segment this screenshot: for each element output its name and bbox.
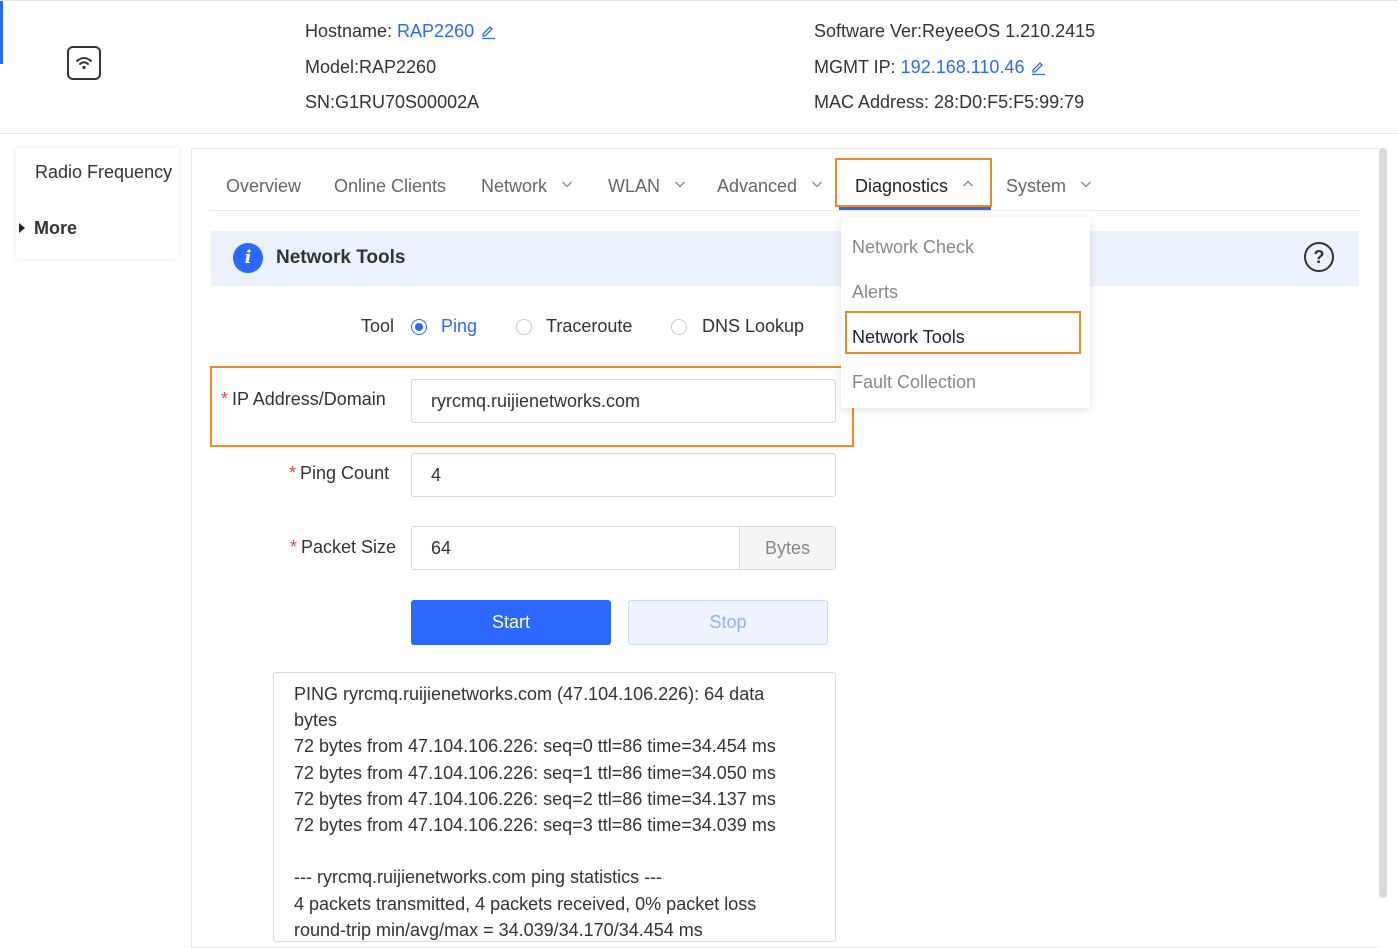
packet-size-label: * Packet Size [290,537,396,558]
menu-item-fault-collection[interactable]: Fault Collection [852,372,976,393]
stop-button[interactable]: Stop [628,600,828,645]
network-tools-highlight [845,311,1081,354]
ip-address-highlight [210,366,854,447]
menu-item-network-check[interactable]: Network Check [852,237,974,258]
dns-lookup-radio[interactable] [671,319,687,335]
edit-hostname-icon[interactable] [480,23,496,40]
ping-output[interactable]: PING ryrcmq.ruijienetworks.com (47.104.1… [273,672,836,942]
ping-count-input[interactable]: 4 [411,453,836,497]
info-icon: i [233,243,263,273]
required-mark: * [290,537,298,557]
packet-size-input[interactable]: 64 [411,526,740,570]
mac-info: MAC Address: 28:D0:F5:F5:99:79 [814,92,1085,112]
chevron-down-icon [812,181,823,188]
section-title: Network Tools [276,247,406,268]
required-mark: * [289,463,297,483]
tab-divider [210,210,1360,211]
tab-advanced[interactable]: Advanced [717,176,823,197]
page-scrollbar[interactable] [1379,148,1387,898]
output-line: 72 bytes from 47.104.106.226: seq=0 ttl=… [294,736,776,757]
software-info: Software Ver:ReyeeOS 1.210.2415 [814,21,1096,41]
diagnostics-tab-highlight [835,158,992,207]
active-tab-indicator [839,207,991,210]
packet-size-label-text: Packet Size [301,537,397,557]
help-icon[interactable]: ? [1304,242,1334,272]
chevron-down-icon [675,181,685,188]
hostname-link[interactable]: RAP2260 [397,21,474,41]
mgmt-ip-info: MGMT IP: 192.168.110.46 [814,57,1046,78]
left-menu-more[interactable]: More [19,218,77,239]
chevron-down-icon [562,181,572,188]
output-line: round-trip min/avg/max = 34.039/34.170/3… [294,919,703,940]
tab-online-clients[interactable]: Online Clients [334,176,446,197]
dns-lookup-radio-label[interactable]: DNS Lookup [702,316,804,337]
tab-online-clients-label: Online Clients [334,176,447,196]
tab-advanced-label: Advanced [717,176,798,196]
ping-count-label: * Ping Count [289,463,389,484]
traceroute-radio[interactable] [516,319,532,335]
output-line: 72 bytes from 47.104.106.226: seq=3 ttl=… [294,814,776,835]
output-line: --- ryrcmq.ruijienetworks.com ping stati… [294,867,663,888]
tab-network[interactable]: Network [481,176,573,197]
mgmt-ip-link[interactable]: 192.168.110.46 [901,57,1025,77]
device-header [0,0,1398,134]
hostname-label: Hostname: [305,21,398,41]
ping-count-label-text: Ping Count [300,463,390,483]
tab-overview-label: Overview [226,176,302,196]
packet-size-unit: Bytes [740,526,836,570]
tab-network-label: Network [481,176,548,196]
output-line: PING ryrcmq.ruijienetworks.com (47.104.1… [294,684,765,704]
caret-right-icon [19,223,25,233]
ping-radio-label[interactable]: Ping [441,316,477,337]
hostname-info: Hostname: RAP2260 [305,21,496,42]
left-menu-more-label: More [34,218,78,238]
tab-system-label: System [1006,176,1067,196]
serial-info: SN:G1RU70S00002A [305,92,480,112]
tab-wlan[interactable]: WLAN [608,176,686,197]
tab-overview[interactable]: Overview [226,176,301,197]
traceroute-radio-label[interactable]: Traceroute [546,316,632,337]
edit-mgmt-ip-icon[interactable] [1030,59,1046,76]
wifi-icon [67,46,101,80]
tab-system[interactable]: System [1006,176,1092,197]
output-line: bytes [294,710,338,731]
menu-item-alerts[interactable]: Alerts [852,282,898,303]
tab-wlan-label: WLAN [608,176,661,196]
ping-radio[interactable] [411,319,427,335]
start-button[interactable]: Start [411,600,611,645]
left-menu-radio-frequency[interactable]: Radio Frequency [35,162,172,183]
mgmt-ip-label: MGMT IP: [814,57,901,77]
output-line: 72 bytes from 47.104.106.226: seq=1 ttl=… [294,762,776,783]
model-info: Model:RAP2260 [305,57,437,77]
output-line: 4 packets transmitted, 4 packets receive… [294,893,757,914]
header-accent-bar [0,1,3,64]
chevron-down-icon [1081,181,1091,188]
output-line: 72 bytes from 47.104.106.226: seq=2 ttl=… [294,788,776,809]
tool-label: Tool [361,316,395,336]
